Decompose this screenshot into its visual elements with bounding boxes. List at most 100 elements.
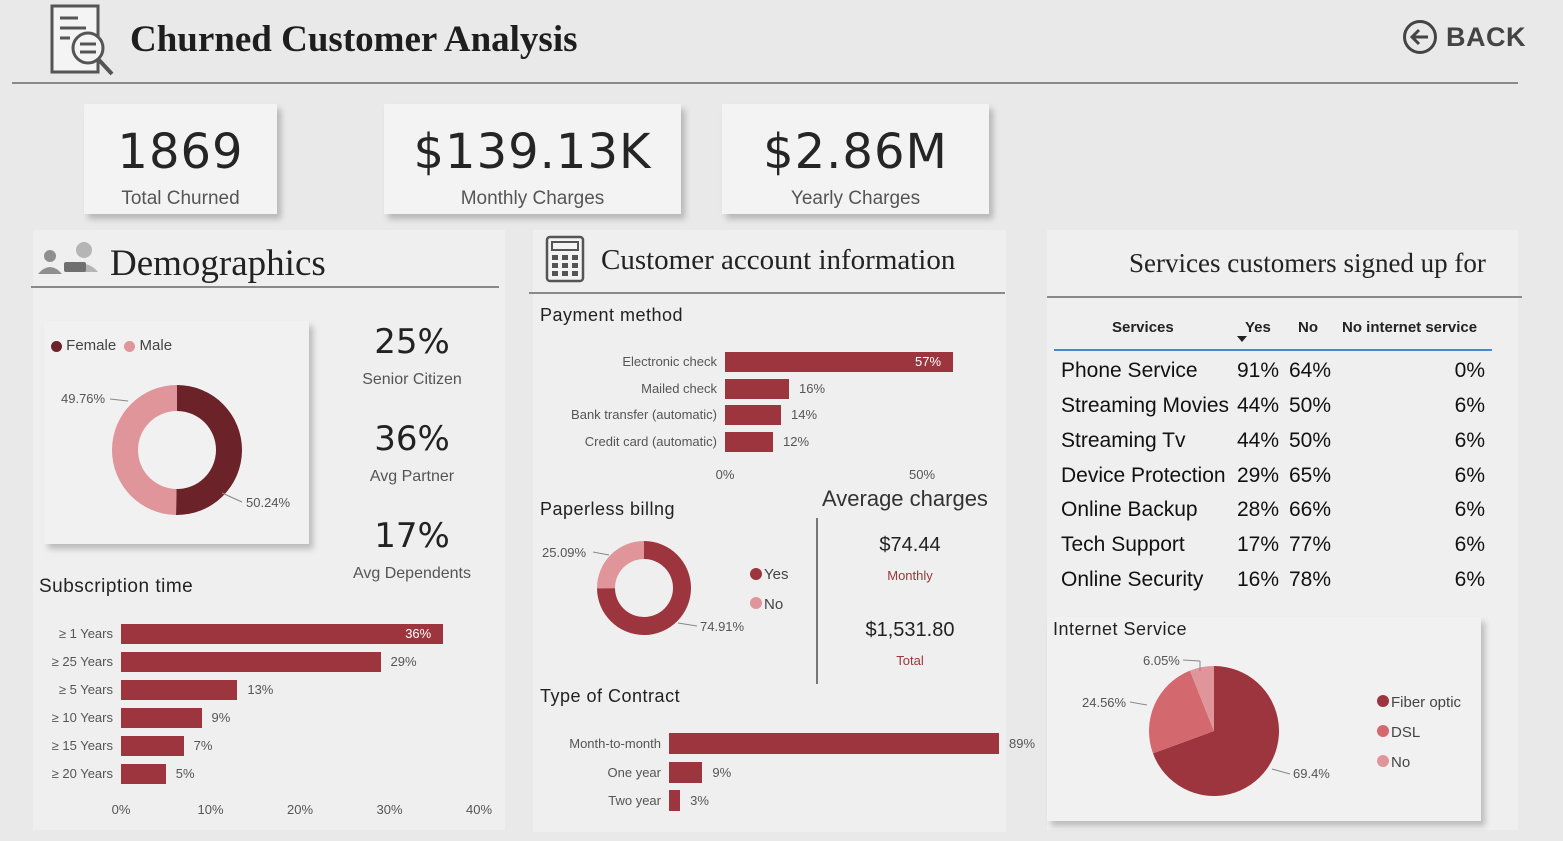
bar-value-label: 9% [712, 764, 732, 780]
avg-charges-title: Average charges [822, 486, 988, 511]
bar-value-label: 14% [791, 407, 818, 422]
service-no: 64% [1289, 359, 1332, 382]
internet-pie-chart: 6.05% 24.56% 69.4% Fiber optic DSL No [1082, 653, 1462, 796]
sort-desc-icon[interactable] [1237, 336, 1247, 342]
bar[interactable] [121, 736, 184, 756]
col-header-services[interactable]: Services [1112, 319, 1174, 336]
legend-no-internet: No [1391, 754, 1410, 771]
bar[interactable] [725, 405, 781, 425]
axis-tick-label: 0% [715, 467, 735, 482]
bar[interactable] [669, 733, 999, 754]
bar-category-label: ≥ 20 Years [51, 766, 113, 781]
back-button[interactable]: BACK [1400, 18, 1526, 58]
table-row: Device Protection 29% 65% 6% [1061, 464, 1491, 494]
kpi-label: Monthly Charges [460, 188, 605, 209]
bar[interactable] [121, 764, 166, 784]
service-name: Phone Service [1061, 359, 1198, 382]
service-yes: 44% [1237, 394, 1280, 417]
services-table-header: Services Yes No No internet service [1054, 314, 1492, 352]
gender-leader-male [221, 492, 243, 503]
axis-tick-label: 40% [465, 802, 493, 817]
service-no-internet: 6% [1454, 568, 1485, 591]
bar[interactable] [121, 680, 238, 700]
bar[interactable] [121, 624, 444, 644]
subscription-title: Subscription time [39, 576, 194, 597]
contract-title: Type of Contract [540, 686, 681, 706]
service-yes: 16% [1237, 568, 1280, 591]
avg-charges-divider [816, 518, 818, 684]
account-title: Customer account information [601, 244, 956, 276]
bar-category-label: ≥ 5 Years [58, 682, 113, 697]
inet-label-no: 6.05% [1143, 653, 1180, 668]
bar[interactable] [725, 431, 773, 452]
bar-category-label: Month-to-month [569, 736, 661, 751]
bar-value-label: 3% [690, 793, 709, 808]
bar[interactable] [725, 378, 789, 399]
avg-monthly-value: $74.44 [879, 534, 941, 556]
dependents-value: 17% [374, 516, 450, 556]
axis-tick-label: 0% [111, 802, 131, 817]
service-yes: 29% [1237, 464, 1280, 487]
service-name: Online Backup [1061, 498, 1198, 521]
gender-leader-female [109, 398, 129, 402]
bar-value-label: 9% [211, 710, 231, 725]
paperless-label-yes: 74.91% [700, 619, 745, 634]
inet-label-dsl: 24.56% [1082, 695, 1127, 710]
contract-bar-chart: Month-to-month 89% One year 9% Two year 3% [533, 725, 1035, 825]
subscription-bar-chart: ≥ 1 Years 36% ≥ 25 Years 29% ≥ 5 Years 13% ≥ 1… [33, 610, 505, 825]
partner-label: Avg Partner [369, 468, 455, 485]
table-row: Online Security 16% 78% 6% [1061, 568, 1491, 598]
bar-value-label: 12% [783, 433, 810, 449]
col-header-no[interactable]: No [1298, 319, 1318, 336]
bar-category-label: Mailed check [641, 380, 717, 396]
bar-value-label: 16% [799, 380, 826, 396]
report-icon [42, 2, 122, 80]
kpi-label: Yearly Charges [790, 188, 921, 209]
paperless-donut-chart: 25.09% 74.91% Yes No [542, 541, 788, 635]
kpi-value: $139.13K [413, 124, 652, 180]
service-yes: 44% [1237, 429, 1280, 452]
slice-female[interactable] [111, 385, 177, 515]
col-header-no-internet[interactable]: No internet service [1342, 319, 1477, 336]
senior-citizen-value: 25% [374, 322, 450, 362]
avg-monthly-label: Monthly [887, 568, 933, 583]
back-arrow-icon [1403, 20, 1437, 54]
col-header-yes[interactable]: Yes [1245, 319, 1271, 336]
legend-dot-yes [750, 568, 762, 580]
service-yes: 91% [1237, 359, 1280, 382]
service-no-internet: 6% [1454, 429, 1485, 452]
kpi-card-total-churned: 1869 Total Churned [84, 104, 277, 214]
legend-dot-dsl [1377, 725, 1389, 737]
service-no: 65% [1289, 464, 1332, 487]
service-no: 66% [1289, 498, 1332, 521]
gender-label-female: 49.76% [61, 391, 106, 406]
kpi-card-monthly-charges: $139.13K Monthly Charges [384, 104, 681, 214]
table-row: Phone Service 91% 64% 0% [1061, 359, 1491, 389]
service-no: 77% [1289, 533, 1332, 556]
internet-service-title: Internet Service [1053, 619, 1188, 639]
service-yes: 17% [1237, 533, 1280, 556]
bar[interactable] [669, 761, 703, 783]
slice-no[interactable] [597, 541, 644, 589]
paperless-leader-no [592, 551, 610, 556]
service-no: 50% [1289, 394, 1332, 417]
bar-value-label: 57% [915, 354, 942, 369]
table-row: Streaming Movies 44% 50% 6% [1061, 394, 1491, 424]
table-row: Streaming Tv 44% 50% 6% [1061, 429, 1491, 459]
service-name: Device Protection [1061, 464, 1226, 487]
slice-male[interactable] [176, 385, 242, 515]
bar[interactable] [121, 708, 202, 728]
bar[interactable] [121, 652, 381, 672]
paperless-label-no: 25.09% [542, 545, 587, 560]
account-divider [529, 292, 1005, 294]
bar-category-label: Bank transfer (automatic) [571, 407, 717, 422]
gender-donut-chart: 49.76% 50.24% [61, 385, 291, 515]
kpi-value: $2.86M [763, 124, 948, 180]
service-no-internet: 6% [1454, 498, 1485, 521]
bar[interactable] [669, 790, 681, 811]
payment-bar-chart: Electronic check 57% Mailed check 16% Bank t… [533, 345, 1006, 490]
service-name: Tech Support [1061, 533, 1185, 556]
axis-tick-label: 30% [376, 802, 403, 817]
demographics-divider [31, 286, 499, 288]
legend-dsl: DSL [1391, 724, 1420, 741]
